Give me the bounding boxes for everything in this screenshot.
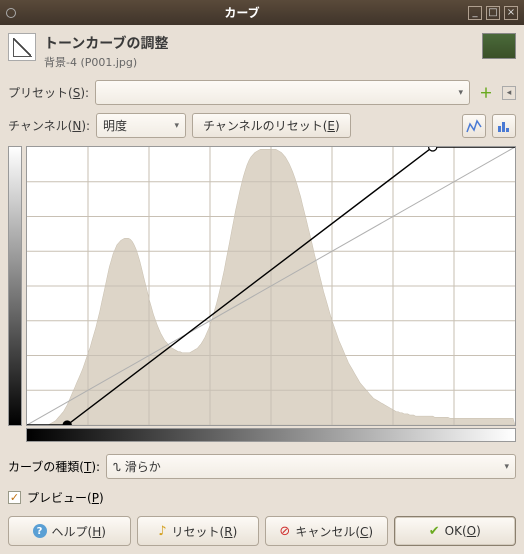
layer-preview-thumbnail bbox=[482, 33, 516, 59]
curve-plot[interactable] bbox=[26, 146, 516, 426]
plus-icon: ＋ bbox=[479, 83, 493, 103]
chevron-down-icon: ▾ bbox=[175, 121, 180, 131]
preset-row: プリセット(S): ▾ ＋ ◂ bbox=[8, 80, 516, 105]
channel-reset-button[interactable]: チャンネルのリセット(E) bbox=[192, 113, 351, 138]
preset-menu-button[interactable]: ◂ bbox=[502, 86, 516, 100]
output-gradient bbox=[8, 146, 22, 426]
histogram-log-button[interactable] bbox=[492, 114, 516, 138]
action-buttons: ? ヘルプ(H) ♪ リセット(R) ⊘ キャンセル(C) ✔ OK(O) bbox=[8, 516, 516, 546]
histogram-linear-button[interactable] bbox=[462, 114, 486, 138]
reset-button[interactable]: ♪ リセット(R) bbox=[137, 516, 260, 546]
curve-type-label: カーブの種類(T): bbox=[8, 458, 100, 475]
channel-label: チャンネル(N): bbox=[8, 117, 90, 134]
cancel-icon: ⊘ bbox=[279, 524, 290, 539]
channel-value: 明度 bbox=[103, 117, 127, 134]
channel-row: チャンネル(N): 明度 ▾ チャンネルのリセット(E) bbox=[8, 113, 516, 138]
curves-tool-icon bbox=[8, 33, 36, 61]
preview-checkbox[interactable]: ✓ bbox=[8, 491, 21, 504]
cancel-button[interactable]: ⊘ キャンセル(C) bbox=[265, 516, 388, 546]
maximize-button[interactable]: □ bbox=[486, 6, 500, 20]
dialog-title: トーンカーブの調整 bbox=[44, 33, 474, 53]
curve-type-dropdown[interactable]: ᔐ 滑らか ▾ bbox=[106, 454, 516, 479]
input-gradient bbox=[26, 428, 516, 442]
curve-type-value: 滑らか bbox=[125, 460, 161, 474]
curve-type-row: カーブの種類(T): ᔐ 滑らか ▾ bbox=[8, 454, 516, 479]
help-icon: ? bbox=[33, 524, 47, 538]
dialog-subtitle: 背景-4 (P001.jpg) bbox=[44, 54, 474, 70]
chevron-down-icon: ▾ bbox=[458, 88, 463, 98]
histogram-linear-icon bbox=[466, 118, 482, 134]
reset-icon: ♪ bbox=[158, 524, 166, 539]
histogram-log-icon bbox=[496, 118, 512, 134]
preview-row: ✓ プレビュー(P) bbox=[8, 489, 516, 506]
preset-label: プリセット(S): bbox=[8, 84, 89, 101]
titlebar: カーブ _ □ × bbox=[0, 0, 524, 25]
chevron-down-icon: ▾ bbox=[504, 462, 509, 472]
channel-dropdown[interactable]: 明度 ▾ bbox=[96, 113, 186, 138]
minimize-button[interactable]: _ bbox=[468, 6, 482, 20]
help-button[interactable]: ? ヘルプ(H) bbox=[8, 516, 131, 546]
window-title: カーブ bbox=[20, 4, 464, 21]
dialog-header: トーンカーブの調整 背景-4 (P001.jpg) bbox=[8, 33, 516, 70]
preview-label: プレビュー(P) bbox=[27, 489, 104, 506]
add-preset-button[interactable]: ＋ bbox=[476, 83, 496, 103]
ok-icon: ✔ bbox=[429, 524, 440, 539]
preset-dropdown[interactable]: ▾ bbox=[95, 80, 470, 105]
ok-button[interactable]: ✔ OK(O) bbox=[394, 516, 517, 546]
close-button[interactable]: × bbox=[504, 6, 518, 20]
smooth-curve-icon: ᔐ bbox=[113, 463, 121, 475]
window-menu-icon[interactable] bbox=[6, 8, 16, 18]
